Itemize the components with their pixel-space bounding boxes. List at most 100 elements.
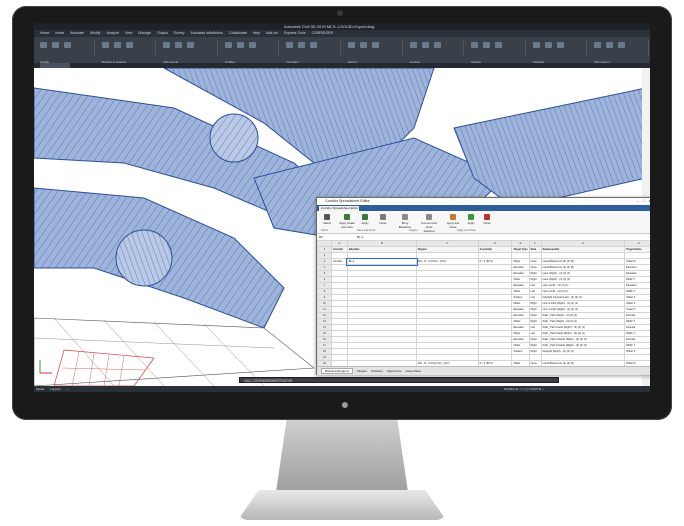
ribbon-tool-icon[interactable] [495, 42, 503, 48]
dialog-button-icon [450, 214, 456, 220]
camera-dot [337, 10, 343, 16]
ribbon-tab-9[interactable]: Autodesk InfraWorks [191, 31, 223, 35]
dialog-button-8[interactable]: Close [479, 214, 495, 225]
monitor-stand-base [238, 490, 446, 520]
dialog-button-icon [468, 214, 474, 220]
minimize-icon[interactable]: – [637, 199, 639, 203]
ribbon-group: Analyze [404, 40, 465, 64]
dialog-button-7[interactable]: Apply [463, 214, 479, 225]
ribbon-tab-11[interactable]: Help [253, 31, 260, 35]
ribbon-tab-14[interactable]: CORRIDORS [312, 31, 333, 35]
layout-tab[interactable]: + [67, 387, 69, 391]
ribbon-tool-icon[interactable] [64, 42, 71, 48]
sheet-tab[interactable]: Targets [357, 369, 367, 373]
dialog-button-label: Apply [361, 221, 369, 225]
model-layout-tabs: Model Layout1 + [36, 386, 75, 392]
window-title: Autodesk Civil 3D 2019 MLTL-CIVIL3D-Expo… [284, 24, 375, 29]
screen: Autodesk Civil 3D 2019 MLTL-CIVIL3D-Expo… [34, 23, 650, 392]
dialog-button-icon [344, 214, 350, 220]
dialog-title: Corridor Spreadsheet Editor [325, 199, 370, 203]
maximize-icon[interactable]: □ [643, 199, 645, 203]
dialog-button-icon [484, 214, 490, 220]
ribbon-tab-8[interactable]: Survey [174, 31, 185, 35]
sheet-tab[interactable]: BaselinesRegions [321, 368, 354, 374]
status-tools[interactable]: MODEL ⊞ ∷ ⊡ ◰ 1:1000 ⚙ + [504, 386, 544, 392]
ribbon-tool-icon[interactable] [409, 42, 417, 48]
ribbon-group: Export [342, 40, 403, 64]
dialog-button-label: Close [483, 221, 491, 225]
ribbon-tool-icon[interactable] [372, 42, 379, 48]
dialog-button-label: Apply [467, 221, 475, 225]
status-bar [34, 386, 650, 392]
ribbon-tab-6[interactable]: Manage [138, 31, 151, 35]
dialog-button-label: Apply and Close [446, 221, 460, 229]
layout-tab[interactable]: Layout1 [50, 387, 61, 391]
ribbon-tool-icon[interactable] [175, 42, 183, 48]
ribbon-tool-icon[interactable] [101, 42, 109, 48]
sheet-tab[interactable]: Surfaces [371, 369, 383, 373]
dialog-button-icon [380, 214, 386, 220]
ribbon-group: Corridors [280, 40, 341, 64]
ribbon-tab-10[interactable]: Collaborate [229, 31, 247, 35]
ribbon-tool-icon[interactable] [532, 42, 540, 48]
ribbon-tool-icon[interactable] [298, 42, 306, 48]
dialog-button-label: Select [323, 221, 331, 225]
ribbon-tool-icon[interactable] [236, 42, 244, 48]
ribbon-tool-icon[interactable] [556, 42, 564, 48]
layout-tab[interactable]: Model [36, 387, 44, 391]
dialog-ribbon-group-label: Apply and Close [457, 229, 476, 232]
ribbon-tool-icon[interactable] [348, 42, 355, 48]
ribbon-group: Sub Assem [588, 40, 649, 64]
ribbon-tool-icon[interactable] [360, 42, 367, 48]
ribbon-tool-icon[interactable] [618, 42, 626, 48]
ribbon-tool-icon[interactable] [248, 42, 256, 48]
apple-logo-icon: ● [340, 396, 350, 412]
ribbon-tool-icon[interactable] [125, 42, 133, 48]
ribbon-tool-icon[interactable] [187, 42, 195, 48]
ribbon-tool-icon[interactable] [544, 42, 552, 48]
ribbon-tab-0[interactable]: Home [40, 31, 49, 35]
ribbon-tool-icon[interactable] [286, 42, 294, 48]
sheet-tab[interactable]: Alignments [387, 369, 402, 373]
ribbon-tab-3[interactable]: Modify [90, 31, 100, 35]
spreadsheet-grid[interactable]: ABCDEFGH 1 Corridor Baseline Region Assembly… [317, 240, 650, 366]
ribbon-tool-icon[interactable] [421, 42, 429, 48]
ribbon-tool-icon[interactable] [40, 42, 47, 48]
lower-mesh [34, 317, 315, 386]
ribbon-tab-12[interactable]: Add-ins [266, 31, 278, 35]
dialog-button-6[interactable]: Apply and Close [445, 214, 461, 229]
ribbon-tool-icon[interactable] [606, 42, 614, 48]
ribbon-tool-icon[interactable] [433, 42, 441, 48]
dialog-button-icon [362, 214, 368, 220]
dialog-ribbon-group-label: Save and Close [357, 229, 376, 232]
dialog-button-label: Bring Baselines [398, 221, 412, 229]
dialog-button-icon [324, 214, 330, 220]
ribbon-tab-1[interactable]: Insert [55, 31, 64, 35]
command-line[interactable]: CAD_CORRIDORSHEETEDITOR [239, 377, 559, 383]
dialog-button-icon [402, 214, 408, 220]
ribbon-tool-icon[interactable] [594, 42, 602, 48]
sheet-tab[interactable]: Assemblies [406, 369, 421, 373]
ribbon-tool-icon[interactable] [52, 42, 59, 48]
ribbon-tab-4[interactable]: Analyze [106, 31, 118, 35]
dialog-button-0[interactable]: Select [319, 214, 335, 225]
ribbon-tool-icon[interactable] [483, 42, 491, 48]
ribbon-tab-13[interactable]: Express Tools [284, 31, 306, 35]
ribbon-tool-icon[interactable] [113, 42, 121, 48]
ribbon-tool-icon[interactable] [224, 42, 232, 48]
dialog-button-1[interactable]: Apply Grade and rules [339, 214, 355, 229]
ribbon-tool-icon[interactable] [310, 42, 318, 48]
ribbon-tab-5[interactable]: View [125, 31, 133, 35]
dialog-button-3[interactable]: Close [375, 214, 391, 225]
monitor-stand [276, 420, 408, 492]
dialog-button-2[interactable]: Apply [357, 214, 373, 225]
ribbon-tab-7[interactable]: Output [157, 31, 168, 35]
ribbon-tool-icon[interactable] [471, 42, 479, 48]
ribbon-tool-icon[interactable] [163, 42, 171, 48]
dialog-ribbon-group-label: Targets [409, 229, 418, 232]
dialog-ribbon: Select Apply Grade and rules Apply Close Bri… [317, 211, 650, 237]
close-icon[interactable]: ✕ [648, 199, 650, 203]
ribbon-tab-2[interactable]: Annotate [70, 31, 84, 35]
dialog-button-label: Apply Grade and rules [339, 221, 355, 229]
dialog-button-4[interactable]: Bring Baselines [397, 214, 413, 229]
